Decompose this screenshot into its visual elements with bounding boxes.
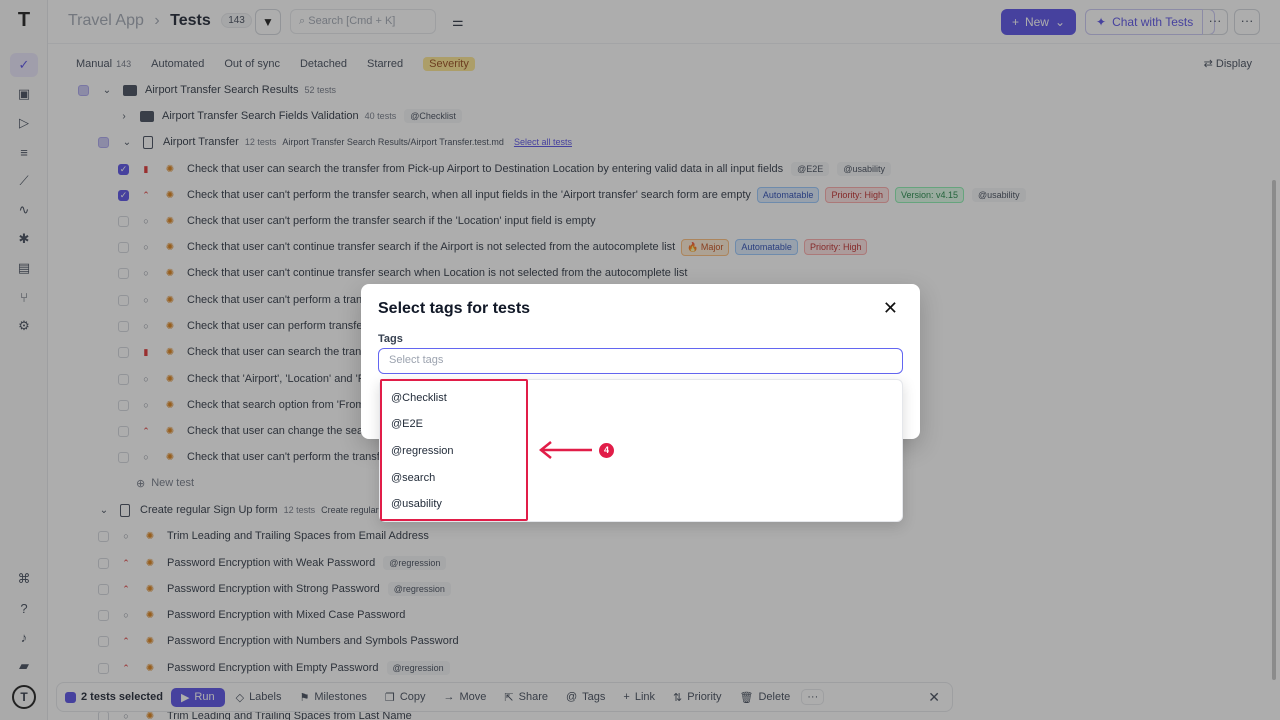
tags-field-label: Tags: [378, 333, 403, 345]
annotation-arrow-icon: [538, 441, 592, 459]
modal-title: Select tags for tests: [378, 300, 531, 317]
step-number-badge: 4: [599, 443, 614, 458]
annotation-highlight-box: [380, 379, 528, 521]
tags-select-input[interactable]: Select tags: [378, 348, 903, 374]
tags-select-placeholder: Select tags: [389, 354, 444, 366]
close-icon[interactable]: ✕: [883, 298, 898, 319]
